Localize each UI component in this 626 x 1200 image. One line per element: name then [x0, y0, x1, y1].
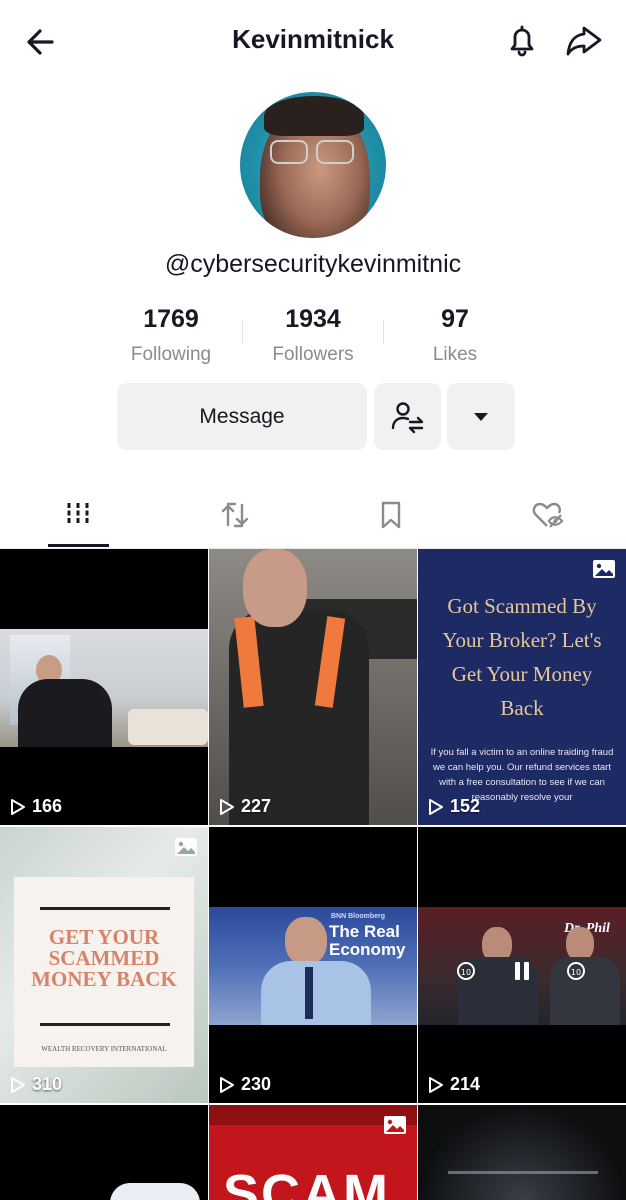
video-tile-7[interactable] — [0, 1105, 208, 1200]
videos-grid-icon — [67, 503, 89, 523]
play-icon — [220, 798, 234, 815]
view-count: 166 — [10, 796, 62, 817]
avatar[interactable] — [240, 92, 386, 238]
tile-text-title: Got Scammed By Your Broker? Let's Get Yo… — [442, 594, 602, 720]
photo-icon — [175, 838, 197, 856]
share-arrow-icon[interactable] — [562, 20, 606, 60]
bell-icon[interactable] — [502, 20, 542, 60]
view-count: 152 — [428, 796, 480, 817]
tab-reposts[interactable] — [157, 490, 314, 548]
stat-likes-value: 97 — [441, 305, 469, 333]
person-head — [566, 927, 594, 961]
view-count-value: 166 — [32, 796, 63, 816]
video-tile-9[interactable] — [418, 1105, 626, 1200]
poster-rule — [40, 1023, 170, 1026]
tab-bookmarks[interactable] — [313, 490, 470, 548]
play-icon — [220, 1076, 234, 1093]
tab-liked[interactable] — [470, 490, 626, 548]
bookmark-icon — [382, 501, 401, 529]
stat-followers-value: 1934 — [285, 305, 341, 333]
stat-divider — [242, 320, 243, 344]
profile-handle: @cybersecuritykevinmitnic — [164, 250, 462, 278]
video-tile-6[interactable]: Dr. Phil 10 10 214 — [418, 827, 626, 1103]
svg-text:10: 10 — [461, 968, 471, 977]
stat-likes-label: Likes — [432, 344, 478, 365]
person-head — [243, 549, 307, 627]
video-tile-5[interactable]: BNN Bloomberg The Real Economy 230 — [209, 827, 417, 1103]
view-count-value: 214 — [450, 1074, 481, 1094]
video-tile-1[interactable]: 166 — [0, 549, 208, 825]
view-count: 227 — [219, 796, 271, 817]
avatar-hair — [264, 96, 364, 136]
video-thumbnail — [110, 1183, 200, 1200]
play-icon — [11, 798, 25, 815]
tile-text-title: SCAM — [223, 1164, 390, 1200]
follow-user-swap-icon — [391, 401, 423, 433]
rewind-10-icon[interactable]: 10 — [456, 961, 476, 981]
view-count: 214 — [428, 1074, 480, 1095]
view-count: 230 — [219, 1074, 271, 1095]
caret-down-icon — [474, 412, 488, 421]
person-head — [285, 917, 327, 965]
person-body — [261, 961, 371, 1025]
forward-10-icon[interactable]: 10 — [566, 961, 586, 981]
profile-stats: 1769 Following 1934 Followers 97 Likes — [100, 305, 526, 371]
avatar-glasses-left — [270, 140, 308, 164]
view-count: 310 — [10, 1074, 62, 1095]
sofa-shape — [128, 709, 208, 745]
view-count-value: 227 — [241, 796, 272, 816]
more-dropdown-button[interactable] — [447, 383, 515, 450]
tab-videos[interactable] — [0, 490, 157, 548]
video-tile-3[interactable]: Got Scammed By Your Broker? Let's Get Yo… — [418, 549, 626, 825]
tie-shape — [305, 967, 313, 1019]
liked-hidden-icon — [532, 502, 564, 528]
stat-following-label: Following — [130, 344, 212, 365]
play-icon — [429, 798, 443, 815]
tile-text-brand: WEALTH RECOVERY INTERNATIONAL — [41, 1045, 167, 1053]
tile-text-title: The Real Economy — [329, 922, 406, 959]
stat-divider — [383, 320, 384, 344]
photo-icon — [593, 560, 615, 578]
avatar-glasses-right — [316, 140, 354, 164]
video-tile-2[interactable]: 227 — [209, 549, 417, 825]
stat-following-value: 1769 — [143, 305, 199, 333]
message-button[interactable]: Message — [117, 383, 367, 450]
video-tile-4[interactable]: GET YOUR SCAMMED MONEY BACK WEALTH RECOV… — [0, 827, 208, 1103]
svg-text:10: 10 — [571, 968, 581, 977]
stat-following[interactable]: 1769 Following — [100, 305, 242, 371]
video-tile-8[interactable]: SCAM — [209, 1105, 417, 1200]
follow-button[interactable] — [374, 383, 441, 450]
light-streak — [448, 1171, 598, 1174]
view-count-value: 230 — [241, 1074, 272, 1094]
stat-followers-label: Followers — [272, 344, 354, 365]
stat-followers[interactable]: 1934 Followers — [242, 305, 384, 371]
photo-icon — [384, 1116, 406, 1134]
play-icon — [429, 1076, 443, 1093]
top-bar: Kevinmitnick — [0, 0, 626, 80]
repost-icon — [221, 502, 248, 528]
view-count-value: 152 — [450, 796, 481, 816]
content-tabs — [0, 490, 626, 548]
poster-rule — [40, 907, 170, 910]
view-count-value: 310 — [32, 1074, 63, 1094]
play-icon — [11, 1076, 25, 1093]
stat-likes[interactable]: 97 Likes — [384, 305, 526, 371]
tile-text-brand: BNN Bloomberg — [331, 913, 386, 920]
pause-icon[interactable] — [512, 959, 532, 983]
tile-text-title: GET YOUR SCAMMED MONEY BACK — [31, 925, 177, 991]
person-body — [18, 679, 112, 747]
